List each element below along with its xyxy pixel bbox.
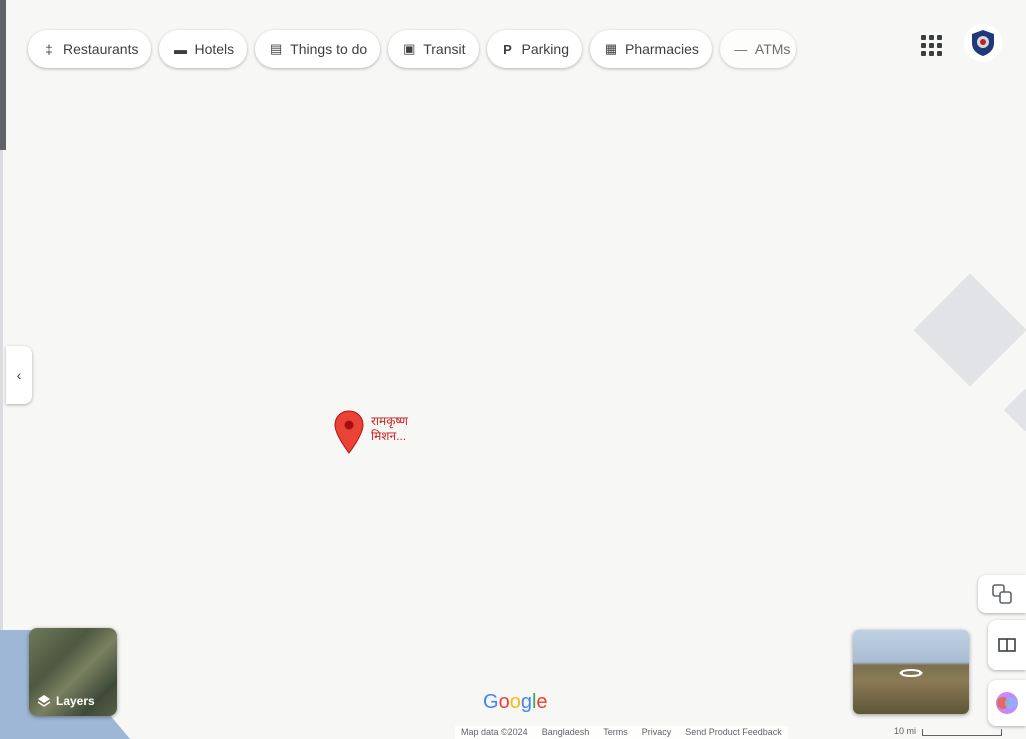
terms-link[interactable]: Terms bbox=[603, 727, 628, 738]
scale-label: 10 mi bbox=[894, 726, 917, 736]
chip-label: Transit bbox=[423, 41, 466, 57]
parking-icon: P bbox=[503, 41, 512, 57]
logo-letter: g bbox=[520, 691, 532, 713]
apps-grid-icon[interactable] bbox=[914, 28, 948, 62]
chip-restaurants[interactable]: ‡ Restaurants bbox=[28, 30, 152, 68]
pharmacy-icon: ▦ bbox=[604, 41, 618, 56]
land-shape bbox=[1003, 388, 1026, 432]
chip-label: Restaurants bbox=[63, 41, 139, 57]
expand-map-button[interactable] bbox=[988, 620, 1026, 670]
gemini-button[interactable] bbox=[988, 680, 1026, 726]
place-label[interactable]: रामकृष्ण मिशन... bbox=[371, 414, 451, 444]
chip-pharmacies[interactable]: ▦ Pharmacies bbox=[589, 30, 712, 68]
land-shape bbox=[913, 273, 1026, 387]
layers-icon bbox=[37, 695, 51, 707]
shield-avatar-icon bbox=[972, 30, 994, 56]
chip-parking[interactable]: P Parking bbox=[486, 30, 582, 68]
scrollbar[interactable] bbox=[0, 0, 6, 150]
logo-letter: G bbox=[483, 691, 499, 713]
avatar[interactable] bbox=[964, 24, 1002, 62]
chip-label: ATMs bbox=[754, 41, 791, 57]
gemini-icon bbox=[996, 692, 1018, 714]
country-link[interactable]: Bangladesh bbox=[542, 727, 590, 738]
chip-label: Parking bbox=[521, 41, 569, 57]
restaurant-icon: ‡ bbox=[45, 41, 53, 57]
logo-letter: o bbox=[509, 691, 521, 713]
chip-label: Things to do bbox=[290, 41, 368, 57]
layers-button[interactable]: Layers bbox=[29, 628, 117, 716]
feedback-link[interactable]: Send Product Feedback bbox=[685, 727, 782, 738]
logo-letter: e bbox=[536, 691, 548, 713]
chip-atms[interactable]: — ATMs bbox=[719, 30, 797, 68]
hotel-icon: ▬ bbox=[173, 41, 187, 57]
street-view-rotate-icon bbox=[899, 669, 923, 677]
collapse-panel-button[interactable]: ‹ bbox=[6, 346, 32, 404]
chip-transit[interactable]: ▣ Transit bbox=[388, 30, 479, 68]
map-canvas[interactable]: ‡ Restaurants ▬ Hotels ▤ Things to do ▣ … bbox=[0, 0, 1026, 739]
ticket-icon: ▤ bbox=[270, 41, 283, 56]
map-footer: Map data ©2024 Bangladesh Terms Privacy … bbox=[455, 726, 788, 739]
map-pin-icon[interactable] bbox=[334, 410, 364, 454]
logo-letter: o bbox=[498, 691, 510, 713]
street-view-thumbnail[interactable] bbox=[853, 630, 969, 714]
scale-line bbox=[922, 729, 1003, 736]
map-book-icon bbox=[998, 638, 1016, 652]
place-label-line: मिशन... bbox=[371, 429, 407, 443]
category-chips: ‡ Restaurants ▬ Hotels ▤ Things to do ▣ … bbox=[28, 30, 797, 68]
atm-icon: — bbox=[734, 41, 748, 57]
chip-label: Hotels bbox=[194, 41, 235, 57]
chip-label: Pharmacies bbox=[624, 41, 699, 57]
scale-bar[interactable]: 10 mi bbox=[894, 726, 1003, 736]
translate-icon bbox=[992, 584, 1012, 604]
map-tools-button[interactable] bbox=[978, 575, 1026, 613]
google-logo: Google bbox=[483, 691, 548, 714]
layers-label: Layers bbox=[56, 694, 95, 708]
chip-hotels[interactable]: ▬ Hotels bbox=[159, 30, 248, 68]
privacy-link[interactable]: Privacy bbox=[642, 727, 672, 738]
chevron-left-icon: ‹ bbox=[16, 367, 22, 383]
map-data-credit: Map data ©2024 bbox=[461, 727, 528, 737]
transit-icon: ▣ bbox=[403, 41, 416, 56]
chip-things-to-do[interactable]: ▤ Things to do bbox=[255, 30, 381, 68]
place-label-line: रामकृष्ण bbox=[371, 414, 408, 428]
